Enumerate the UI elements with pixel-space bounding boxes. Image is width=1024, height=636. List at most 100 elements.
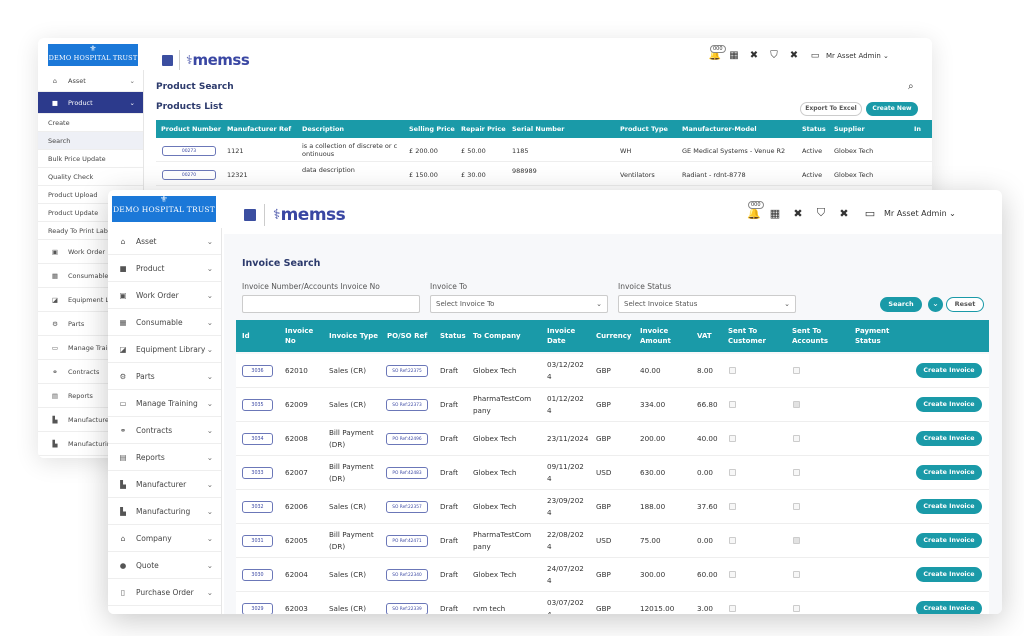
col-selling-price[interactable]: Selling Price <box>409 125 455 133</box>
table-row[interactable]: 3029 62003 Sales (CR) SO Ref:22339 Draft rvm … <box>236 592 989 614</box>
sidebar-item-quote[interactable]: ● Quote ⌄ <box>108 552 221 579</box>
tools-icon[interactable]: ✖ <box>744 50 764 61</box>
sidebar-item-manage-training[interactable]: ▭ Manage Training ⌄ <box>108 390 221 417</box>
sidebar-item-reports[interactable]: ▤ Reports ⌄ <box>108 444 221 471</box>
submenu-search[interactable]: Search <box>38 132 143 150</box>
table-row[interactable]: 00273 1121 is a collection of discrete o… <box>156 140 932 162</box>
brand-logo[interactable]: memss <box>281 205 346 225</box>
sent-to-customer-checkbox[interactable] <box>729 401 736 408</box>
col-to-company[interactable]: To Company <box>473 332 521 340</box>
create-invoice-button[interactable]: Create Invoice <box>916 601 982 614</box>
sidebar-item-asset[interactable]: ⌂ Asset ⌄ <box>38 70 143 92</box>
sent-to-customer-checkbox[interactable] <box>729 367 736 374</box>
sidebar-item-asset[interactable]: ⌂ Asset ⌄ <box>108 228 221 255</box>
sidebar-item-equipment-library[interactable]: ◪ Equipment Library ⌄ <box>108 336 221 363</box>
menu-toggle-icon[interactable] <box>162 54 173 66</box>
sent-to-accounts-checkbox[interactable] <box>793 435 800 442</box>
create-new-button[interactable]: Create New <box>866 102 918 116</box>
user-card-icon[interactable]: ▭ <box>856 207 884 220</box>
sidebar-item-consumable[interactable]: ▦ Consumable ⌄ <box>108 309 221 336</box>
po-so-ref-pill[interactable]: PO Ref:42483 <box>386 466 428 479</box>
col-id[interactable]: Id <box>242 332 250 340</box>
table-row[interactable]: 3034 62008 Bill Payment (DR) PO Ref:42496 Dra… <box>236 422 989 456</box>
col-repair-price[interactable]: Repair Price <box>461 125 506 133</box>
po-so-ref-pill[interactable]: SO Ref:22375 <box>386 364 428 377</box>
po-so-ref-pill[interactable]: SO Ref:22357 <box>386 500 428 513</box>
invoice-id-pill[interactable]: 3032 <box>242 500 273 513</box>
invoice-id-pill[interactable]: 3035 <box>242 398 273 411</box>
sent-to-customer-checkbox[interactable] <box>729 571 736 578</box>
invoice-to-select[interactable]: Select Invoice To ⌄ <box>430 295 608 313</box>
invoice-id-pill[interactable]: 3036 <box>242 364 273 377</box>
po-so-ref-pill[interactable]: PO Ref:42471 <box>386 534 428 547</box>
col-status[interactable]: Status <box>440 332 466 340</box>
submenu-bulk-price-update[interactable]: Bulk Price Update <box>38 150 143 168</box>
bell-icon[interactable]: 🔔 000 <box>744 200 764 220</box>
create-invoice-button[interactable]: Create Invoice <box>916 431 982 446</box>
submenu-quality-check[interactable]: Quality Check <box>38 168 143 186</box>
settings-icon[interactable]: ✖ <box>832 207 856 220</box>
search-icon[interactable]: ⌕ <box>908 81 914 92</box>
po-so-ref-pill[interactable]: PO Ref:42496 <box>386 432 428 445</box>
table-row[interactable]: 00270 12321 data description £ 150.00 £ … <box>156 164 932 186</box>
shield-icon[interactable]: ⛉ <box>810 206 832 220</box>
expand-filters-icon[interactable]: ⌄ <box>928 297 943 312</box>
col-invoice-no[interactable]: Invoice No <box>285 326 319 346</box>
col-invoice-amount[interactable]: Invoice Amount <box>640 326 680 346</box>
col-vat[interactable]: VAT <box>697 332 712 340</box>
create-invoice-button[interactable]: Create Invoice <box>916 567 982 582</box>
submenu-create[interactable]: Create <box>38 114 143 132</box>
sidebar-item-product[interactable]: ■ Product ⌄ <box>108 255 221 282</box>
col-currency[interactable]: Currency <box>596 332 631 340</box>
po-so-ref-pill[interactable]: SO Ref:22339 <box>386 602 428 614</box>
col-description[interactable]: Description <box>302 125 344 133</box>
create-invoice-button[interactable]: Create Invoice <box>916 499 982 514</box>
invoice-status-select[interactable]: Select Invoice Status ⌄ <box>618 295 796 313</box>
col-invoice-date[interactable]: Invoice Date <box>547 326 583 346</box>
col-status[interactable]: Status <box>802 125 826 133</box>
invoice-id-pill[interactable]: 3029 <box>242 602 273 614</box>
col-serial-number[interactable]: Serial Number <box>512 125 565 133</box>
sent-to-accounts-checkbox[interactable] <box>793 401 800 408</box>
table-row[interactable]: 3031 62005 Bill Payment (DR) PO Ref:42471 Dra… <box>236 524 989 558</box>
col-product-number[interactable]: Product Number <box>161 125 221 133</box>
create-invoice-button[interactable]: Create Invoice <box>916 465 982 480</box>
sidebar-item-company[interactable]: ⌂ Company ⌄ <box>108 525 221 552</box>
col-in[interactable]: In <box>914 125 921 133</box>
calendar-icon[interactable]: ▦ <box>724 50 744 61</box>
product-number-pill[interactable]: 00273 <box>162 145 216 156</box>
user-menu[interactable]: Mr Asset Admin ⌄ <box>884 209 956 218</box>
product-number-pill[interactable]: 00270 <box>162 169 216 180</box>
col-manufacturer-ref[interactable]: Manufacturer Ref <box>227 125 291 133</box>
sent-to-accounts-checkbox[interactable] <box>793 537 800 544</box>
sidebar-item-contracts[interactable]: ⚭ Contracts ⌄ <box>108 417 221 444</box>
invoice-id-pill[interactable]: 3033 <box>242 466 273 479</box>
sent-to-customer-checkbox[interactable] <box>729 605 736 612</box>
sidebar-item-purchase-order[interactable]: ▯ Purchase Order ⌄ <box>108 579 221 606</box>
col-product-type[interactable]: Product Type <box>620 125 668 133</box>
col-sent-to-accounts[interactable]: Sent To Accounts <box>792 326 840 346</box>
sidebar-item-manufacturer[interactable]: ▙ Manufacturer ⌄ <box>108 471 221 498</box>
col-supplier[interactable]: Supplier <box>834 125 865 133</box>
col-po-so-ref[interactable]: PO/SO Ref <box>387 332 427 340</box>
sent-to-customer-checkbox[interactable] <box>729 537 736 544</box>
shield-icon[interactable]: ⛉ <box>764 50 784 61</box>
create-invoice-button[interactable]: Create Invoice <box>916 397 982 412</box>
create-invoice-button[interactable]: Create Invoice <box>916 533 982 548</box>
sent-to-customer-checkbox[interactable] <box>729 435 736 442</box>
table-row[interactable]: 3030 62004 Sales (CR) SO Ref:22340 Draft Glob… <box>236 558 989 592</box>
user-card-icon[interactable]: ▭ <box>804 51 826 61</box>
po-so-ref-pill[interactable]: SO Ref:22340 <box>386 568 428 581</box>
table-row[interactable]: 3035 62009 Sales (CR) SO Ref:22373 Draft Phar… <box>236 388 989 422</box>
sidebar-item-manufacturing[interactable]: ▙ Manufacturing ⌄ <box>108 498 221 525</box>
invoice-id-pill[interactable]: 3030 <box>242 568 273 581</box>
invoice-id-pill[interactable]: 3031 <box>242 534 273 547</box>
hospital-logo[interactable]: ⚜ DEMO HOSPITAL TRUST <box>112 196 216 222</box>
sent-to-customer-checkbox[interactable] <box>729 469 736 476</box>
sidebar-item-product[interactable]: ■ Product ⌄ <box>38 92 143 114</box>
sidebar-item-work-order[interactable]: ▣ Work Order ⌄ <box>108 282 221 309</box>
menu-toggle-icon[interactable] <box>244 209 256 221</box>
sent-to-accounts-checkbox[interactable] <box>793 503 800 510</box>
sidebar-item-parts[interactable]: ⚙ Parts ⌄ <box>108 363 221 390</box>
table-row[interactable]: 3032 62006 Sales (CR) SO Ref:22357 Draft Glob… <box>236 490 989 524</box>
